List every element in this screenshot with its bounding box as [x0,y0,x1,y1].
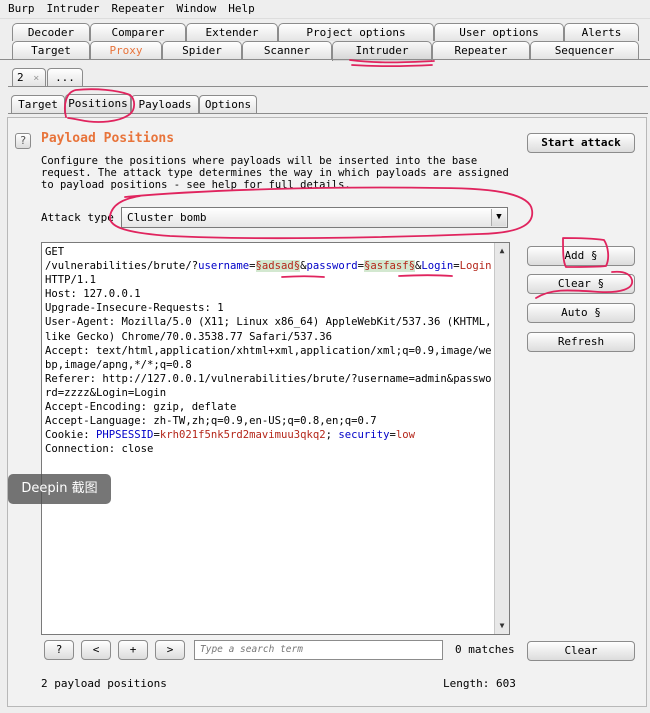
dropdown-arrow-icon: ▼ [491,209,506,226]
param-password-key: password [306,260,358,273]
clear-markers-button[interactable]: Clear § [527,274,635,294]
request-path: /vulnerabilities/brute/? [45,260,199,273]
menu-intruder[interactable]: Intruder [39,0,104,15]
tab-proxy[interactable]: Proxy [90,41,162,59]
search-input[interactable]: Type a search term [194,640,443,660]
payload-position-2: §asfasf§ [363,260,415,273]
attack-tab-2[interactable]: 2 × [12,68,46,86]
tab-extender[interactable]: Extender [186,23,278,41]
attack-type-select[interactable]: Cluster bomb ▼ [121,207,508,228]
subtab-target[interactable]: Target [11,95,65,113]
scroll-up-icon[interactable]: ▲ [496,244,508,258]
match-count: 0 matches [455,643,515,656]
tab-project-options[interactable]: Project options [278,23,434,41]
request-headers: Host: 127.0.0.1 Upgrade-Insecure-Request… [45,288,492,428]
search-next-button[interactable]: > [155,640,185,660]
annotation-intruder-underline-2 [351,64,433,68]
scroll-down-icon[interactable]: ▼ [496,619,508,633]
menu-repeater[interactable]: Repeater [103,0,168,15]
subtab-separator [8,113,648,114]
search-help-button[interactable]: ? [44,640,74,660]
payload-position-1: §adsad§ [255,260,301,273]
subtab-options[interactable]: Options [199,95,257,113]
attack-tab-separator [8,86,648,87]
subtab-positions[interactable]: Positions [65,94,131,114]
cookie-security-key: security [338,429,390,442]
request-connection: Connection: close [45,443,154,456]
tab-intruder[interactable]: Intruder [332,41,432,61]
payload-position-count: 2 payload positions [41,677,167,690]
editor-scrollbar[interactable]: ▲ ▼ [494,243,509,634]
tab-separator [0,59,650,60]
subtab-payloads[interactable]: Payloads [131,95,199,113]
cookie-sep: ; [325,429,339,442]
refresh-button[interactable]: Refresh [527,332,635,352]
param-eq: = [357,260,364,273]
attack-type-value: Cluster bomb [127,211,207,224]
start-attack-button[interactable]: Start attack [527,133,635,153]
cookie-phpsessid-value: krh021f5nk5rd2mavimuu3qkq2 [159,429,326,442]
search-prev-button[interactable]: < [81,640,111,660]
new-attack-tab[interactable]: ... [47,68,83,86]
tab-comparer[interactable]: Comparer [90,23,186,41]
search-add-button[interactable]: + [118,640,148,660]
request-text: GET /vulnerabilities/brute/?username=§ad… [45,245,493,456]
auto-markers-button[interactable]: Auto § [527,303,635,323]
request-length: Length: 603 [443,677,516,690]
attack-tab-label: 2 [17,71,24,84]
help-icon[interactable]: ? [15,133,31,149]
cookie-header-label: Cookie: [45,429,97,442]
param-eq: = [249,260,256,273]
section-description: Configure the positions where payloads w… [41,155,509,191]
tab-decoder[interactable]: Decoder [12,23,90,41]
tab-alerts[interactable]: Alerts [564,23,639,41]
request-editor[interactable]: GET /vulnerabilities/brute/?username=§ad… [41,242,510,635]
tab-user-options[interactable]: User options [434,23,564,41]
clear-button[interactable]: Clear [527,641,635,661]
section-title: Payload Positions [41,131,175,146]
param-username-key: username [198,260,250,273]
screenshot-watermark: Deepin 截图 [8,474,111,504]
menu-help[interactable]: Help [220,0,259,15]
param-login-key: Login [421,260,454,273]
cookie-phpsessid-key: PHPSESSID [96,429,154,442]
tab-sequencer[interactable]: Sequencer [530,41,639,59]
add-marker-button[interactable]: Add § [527,246,635,266]
cookie-security-value: low [395,429,415,442]
tab-scanner[interactable]: Scanner [242,41,332,59]
tab-spider[interactable]: Spider [162,41,242,59]
tab-target[interactable]: Target [12,41,90,59]
menu-burp[interactable]: Burp [0,0,39,15]
close-icon[interactable]: × [33,73,39,84]
param-login-value: Login [459,260,492,273]
attack-type-label: Attack type [41,211,114,224]
menu-window[interactable]: Window [168,0,220,15]
tab-repeater[interactable]: Repeater [432,41,530,59]
request-method: GET [45,246,65,258]
menu-bar: Burp Intruder Repeater Window Help [0,0,650,19]
